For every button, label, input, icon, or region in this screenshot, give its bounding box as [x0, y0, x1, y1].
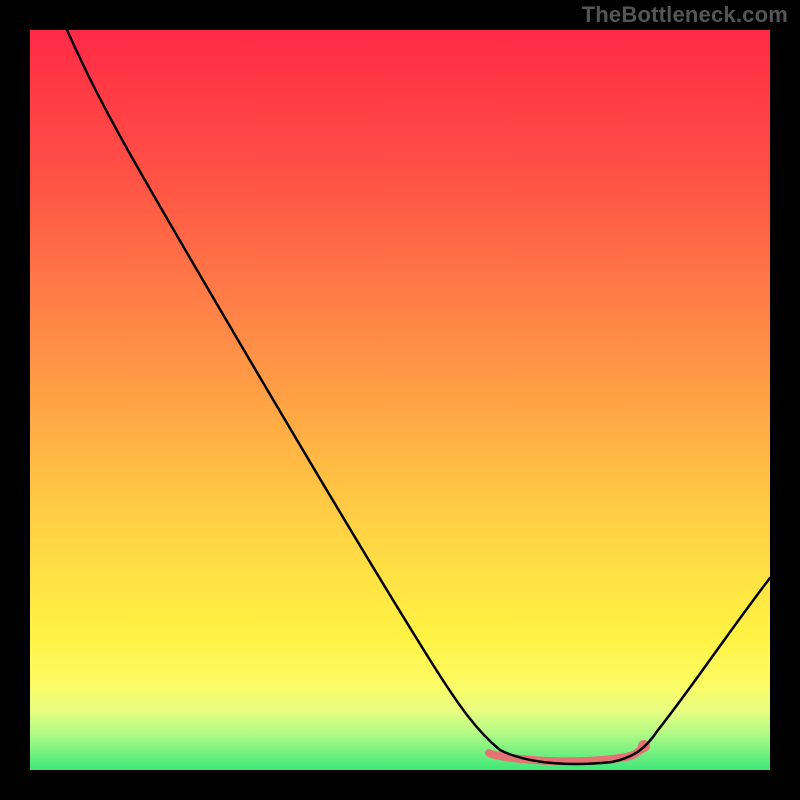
bottleneck-curve — [67, 30, 770, 764]
watermark-text: TheBottleneck.com — [582, 2, 788, 28]
curve-layer — [30, 30, 770, 770]
chart-frame: TheBottleneck.com — [0, 0, 800, 800]
plot-area — [30, 30, 770, 770]
